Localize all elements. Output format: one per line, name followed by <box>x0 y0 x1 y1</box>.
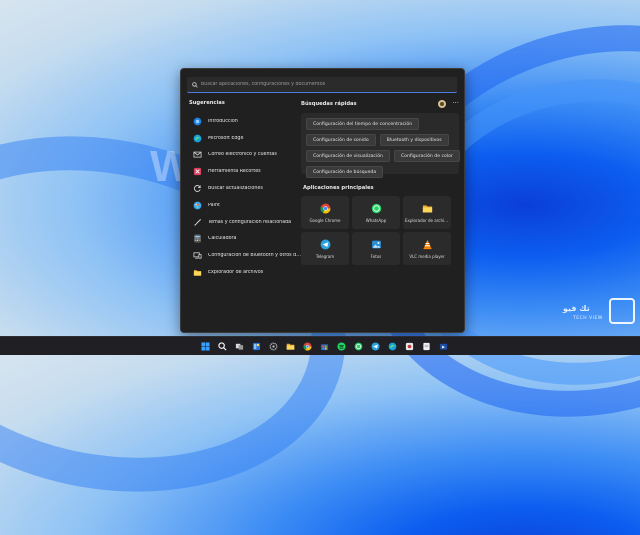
suggestion-item[interactable]: Introducción <box>187 113 301 130</box>
quick-search-chip[interactable]: Configuración de búsqueda <box>306 166 384 178</box>
whatsapp-icon <box>370 202 382 214</box>
app-icon[interactable] <box>404 341 414 351</box>
app-label: Google Chrome <box>309 218 341 223</box>
quick-searches-header: Búsquedas rápidas ··· <box>301 97 459 110</box>
app-tile[interactable]: Explorador de archivos <box>403 196 451 229</box>
search-input[interactable] <box>201 82 441 87</box>
watermark-subtext: TECH VIEW <box>573 316 603 321</box>
search-bar[interactable] <box>187 77 457 93</box>
suggestion-item[interactable]: Herramienta Recortes <box>187 163 301 180</box>
quick-search-chip[interactable]: Bluetooth y dispositivos <box>379 134 449 146</box>
suggestion-label: Configuración de Bluetooth y otros dispo… <box>208 253 301 259</box>
suggestion-item[interactable]: Calculadora <box>187 231 301 248</box>
suggestion-label: Microsoft Edge <box>208 135 244 141</box>
whatsapp-icon[interactable] <box>353 341 363 351</box>
telegram-icon <box>319 238 331 250</box>
more-options-icon[interactable]: ··· <box>452 100 459 107</box>
brush-icon <box>192 217 202 227</box>
quick-searches-box: Configuración del tiempo de concentració… <box>301 113 460 178</box>
tech-view-watermark: تك فيو TECH VIEW <box>563 290 635 330</box>
task-view-icon[interactable] <box>234 341 244 351</box>
chrome-icon[interactable] <box>302 341 312 351</box>
app-label: WhatsApp <box>365 218 387 223</box>
search-icon <box>192 81 198 88</box>
mail-icon <box>192 150 202 160</box>
app-tile[interactable]: VLC media player <box>403 232 451 265</box>
suggestion-label: Calculadora <box>208 236 237 242</box>
suggestion-item[interactable]: Correo electrónico y cuentas <box>187 147 301 164</box>
app-label: Fotos <box>370 254 382 259</box>
vlc-icon <box>421 238 433 250</box>
quick-search-chip[interactable]: Configuración de color <box>393 150 460 162</box>
search-icon[interactable] <box>217 341 227 351</box>
suggestions-section: Sugerencias Introducción Microsoft Edge … <box>187 97 301 281</box>
suggestion-label: Temas y configuración relacionada <box>208 219 292 225</box>
taskbar: ▶ <box>0 336 640 355</box>
app-tile[interactable]: Telegram <box>301 232 349 265</box>
suggestion-item[interactable]: Configuración de Bluetooth y otros dispo… <box>187 247 301 264</box>
app-label: Telegram <box>315 254 335 259</box>
suggestion-label: Paint <box>208 202 220 208</box>
quick-searches-title: Búsquedas rápidas <box>301 100 357 107</box>
settings-icon[interactable] <box>268 341 278 351</box>
suggestions-title: Sugerencias <box>189 100 225 106</box>
avatar-icon[interactable] <box>438 99 447 108</box>
suggestion-item[interactable]: Paint <box>187 197 301 214</box>
quick-search-chip[interactable]: Configuración de sonido <box>306 134 376 146</box>
telegram-icon[interactable] <box>370 341 380 351</box>
suggestion-item[interactable]: Explorador de archivos <box>187 264 301 281</box>
app-tile[interactable]: Google Chrome <box>301 196 349 229</box>
search-panel: Sugerencias Introducción Microsoft Edge … <box>180 68 465 333</box>
chrome-icon <box>319 202 331 214</box>
svg-text:▶: ▶ <box>442 345 445 349</box>
quick-search-chip[interactable]: Configuración del tiempo de concentració… <box>306 118 420 130</box>
widgets-icon[interactable] <box>251 341 261 351</box>
store-icon[interactable] <box>319 341 329 351</box>
file-explorer-icon[interactable] <box>285 341 295 351</box>
suggestion-label: Buscar actualizaciones <box>208 186 263 192</box>
suggestion-label: Herramienta Recortes <box>208 169 261 175</box>
calculator-icon <box>192 234 202 244</box>
watermark-logo-icon <box>609 298 635 324</box>
paint-icon <box>192 200 202 210</box>
folder-icon <box>192 268 202 278</box>
suggestion-item[interactable]: Temas y configuración relacionada <box>187 214 301 231</box>
suggestion-item[interactable]: Microsoft Edge <box>187 130 301 147</box>
edge-icon <box>192 133 202 143</box>
spotify-icon[interactable] <box>336 341 346 351</box>
top-apps-grid: Google Chrome WhatsApp Explorador de arc… <box>301 196 459 265</box>
intro-icon <box>192 116 202 126</box>
app-label: VLC media player <box>409 254 445 259</box>
top-apps-title: Aplicaciones principales <box>303 185 374 191</box>
folder-icon <box>421 202 433 214</box>
photos-icon <box>370 238 382 250</box>
start-icon[interactable] <box>200 341 210 351</box>
app-tile[interactable]: WhatsApp <box>352 196 400 229</box>
refresh-icon <box>192 184 202 194</box>
snipping-tool-icon <box>192 167 202 177</box>
edge-icon[interactable] <box>387 341 397 351</box>
folder-icon[interactable]: ▶ <box>438 341 448 351</box>
right-column: Búsquedas rápidas ··· Configuración del … <box>301 97 460 265</box>
suggestion-label: Correo electrónico y cuentas <box>208 152 277 158</box>
notes-icon[interactable] <box>421 341 431 351</box>
quick-search-chip[interactable]: Configuración de visualización <box>306 150 390 162</box>
app-tile[interactable]: Fotos <box>352 232 400 265</box>
watermark-text: تك فيو <box>563 304 590 313</box>
devices-icon <box>192 251 202 261</box>
suggestion-item[interactable]: Buscar actualizaciones <box>187 180 301 197</box>
app-label: Explorador de archivos <box>405 218 449 223</box>
suggestion-label: Explorador de archivos <box>208 270 264 276</box>
suggestion-label: Introducción <box>208 118 238 124</box>
